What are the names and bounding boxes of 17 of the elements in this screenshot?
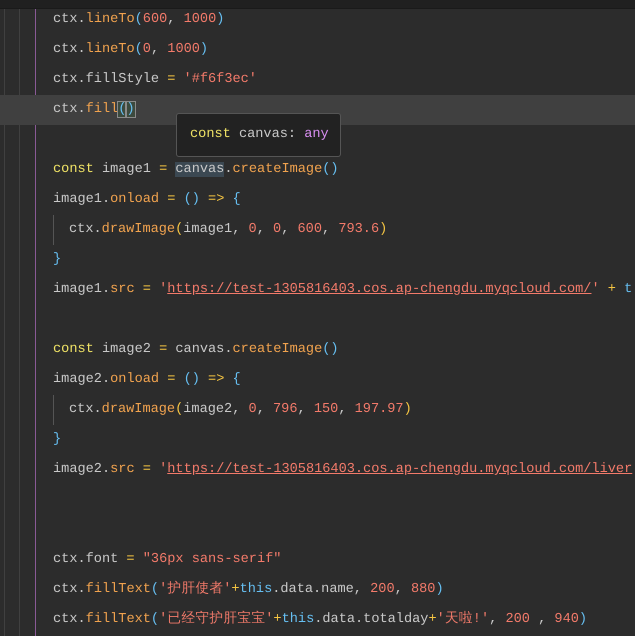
code-line: image1.onload = () => { xyxy=(52,191,242,209)
code-line: ctx.fillText('护肝使者'+this.data.name, 200, 880) xyxy=(52,580,445,599)
code-line: ctx.fillStyle = '#f6f3ec' xyxy=(52,71,258,89)
code-line: const image2 = canvas.createImage() xyxy=(52,341,340,359)
code-line: ctx.drawImage(image1, 0, 0, 600, 793.6) xyxy=(68,221,388,239)
code-line: image1.src = 'https://test-1305816403.cos.ap-chengdu.myqcloud.com/' + t xyxy=(52,281,634,299)
code-line: } xyxy=(52,431,62,449)
code-line: ctx.fillText('已经守护肝宝宝'+this.data.totalday+'天啦!', 200 , 940) xyxy=(52,610,588,629)
code-line: ctx.lineTo(600, 1000) xyxy=(52,11,226,29)
code-line: ctx.drawImage(image2, 0, 796, 150, 197.97) xyxy=(68,401,413,419)
code-line: ctx.font = "36px sans-serif" xyxy=(52,551,282,569)
hover-tooltip: const canvas: any xyxy=(176,113,341,157)
code-line: } xyxy=(52,251,62,269)
code-line: const image1 = canvas.createImage() xyxy=(52,161,340,179)
code-line: image2.onload = () => { xyxy=(52,371,242,389)
code-line: image2.src = 'https://test-1305816403.cos.ap-chengdu.myqcloud.com/liver xyxy=(52,461,634,479)
code-line: ctx.lineTo(0, 1000) xyxy=(52,41,210,59)
